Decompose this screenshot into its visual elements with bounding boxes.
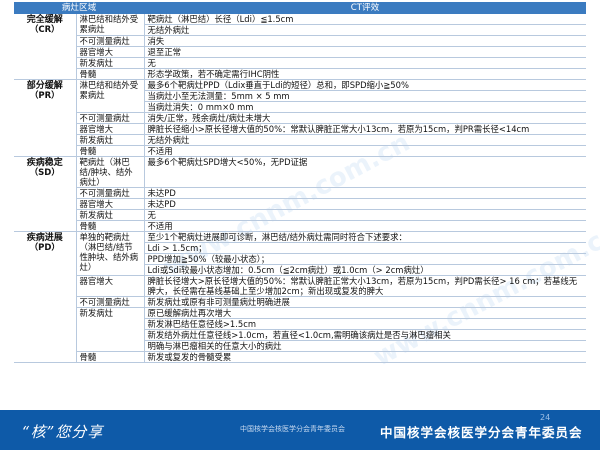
- ct-criteria-cell: 形态学政策，若不确定需行IHC阴性: [144, 68, 587, 80]
- category-cell: 完全缓解 （CR）: [14, 14, 77, 80]
- footer-center-text: 中国核学会核医学分会青年委员会: [240, 425, 345, 433]
- ct-criteria-cell: 至少1个靶病灶进展即可诊断，淋巴结/结外病灶需同时符合下述要求：: [144, 231, 587, 243]
- table-row: 器官增大 退至正常: [14, 46, 587, 58]
- ct-criteria-cell: 新发或复发的骨髓受累: [144, 351, 587, 363]
- table-body: 完全缓解 （CR） 淋巴结和结外受累病灶 靶病灶（淋巴结）长径（Ldi）≦1.5cm 无…: [14, 14, 587, 363]
- page-number: 24: [540, 413, 551, 422]
- header-ct: CT评效: [144, 2, 587, 14]
- organ-cell: 不可测量病灶: [76, 296, 145, 308]
- table-row: 部分缓解 （PR） 淋巴结和结外受累病灶 最多6个靶病灶PPD（Ldix垂直于Ldi的…: [14, 79, 587, 157]
- table-row: 不可测量病灶 新发病灶或原有非可测量病灶明确进展: [14, 296, 587, 308]
- ct-criteria-cell: 无: [144, 209, 587, 221]
- footer-band: “核”您分享 中国核学会核医学分会青年委员会 中国核学会核医学分会青年委员会 2…: [0, 410, 600, 450]
- ct-criteria-cell: 最多6个靶病灶SPD增大<50%，无PD证据: [144, 156, 587, 188]
- organ-cell: 骨髓: [76, 220, 145, 232]
- table-row: 不可测量病灶 消失/正常，残余病灶/病灶未增大: [14, 112, 587, 124]
- table-row: 新发病灶 原已缓解病灶再次增大: [14, 307, 587, 352]
- slide: www.cnnm.com.cn www.cnnm.com.cn 病灶区域 CT评…: [0, 0, 600, 450]
- organ-cell: 器官增大: [76, 275, 145, 297]
- category-name: 部分缓解: [26, 81, 63, 91]
- organ-cell: 骨髓: [76, 145, 145, 157]
- organ-cell: 淋巴结和结外受累病灶: [76, 79, 145, 113]
- organ-cell: 骨髓: [76, 351, 145, 363]
- ct-criteria-cell: 新发淋巴结任意径线>1.5cm: [144, 318, 587, 330]
- category-name: 疾病稳定: [26, 158, 63, 168]
- table-row: 骨髓 不适用: [14, 145, 587, 157]
- table-row: 新发病灶 无结外病灶: [14, 134, 587, 146]
- category-code: （PD）: [29, 243, 60, 253]
- table-row: 疾病进展 （PD） 单独的靶病灶（淋巴结/结节性肿块、结外病灶） 至少1个靶病灶进展即…: [14, 231, 587, 363]
- ct-criteria-cell: 退至正常: [144, 46, 587, 58]
- table-row: 不可测量病灶 未达PD: [14, 187, 587, 199]
- organ-cell: 靶病灶（淋巴结/肿块、结外病灶）: [76, 156, 145, 188]
- organ-cell: 器官增大: [76, 198, 145, 210]
- ct-criteria-cell: 当病灶消失：0 mm×0 mm: [144, 101, 587, 113]
- table-row: 不可测量病灶 消失: [14, 35, 587, 47]
- ct-criteria-cell: 当病灶小至无法测量：5mm × 5 mm: [144, 90, 587, 102]
- category-code: （PR）: [29, 91, 60, 101]
- table-row: 骨髓 形态学政策，若不确定需行IHC阴性: [14, 68, 587, 80]
- table-row: 完全缓解 （CR） 淋巴结和结外受累病灶 靶病灶（淋巴结）长径（Ldi）≦1.5cm: [14, 14, 587, 80]
- organ-cell: 骨髓: [76, 68, 145, 80]
- table-row: 器官增大 脾脏长径缩小>原长径增大值的50%：常默认脾脏正常大小13cm，若原为1…: [14, 123, 587, 135]
- category-code: （SD）: [29, 168, 60, 178]
- organ-cell: 器官增大: [76, 46, 145, 58]
- organ-cell: 不可测量病灶: [76, 187, 145, 199]
- category-cell: 疾病稳定 （SD）: [14, 156, 77, 232]
- ct-criteria-cell: 未达PD: [144, 198, 587, 210]
- ct-criteria-cell: 无: [144, 57, 587, 69]
- ct-criteria-cell: 新发病灶或原有非可测量病灶明确进展: [144, 296, 587, 308]
- ct-criteria-cell: PPD增加≧50%（较最小状态）；: [144, 253, 587, 265]
- organ-cell: 新发病灶: [76, 209, 145, 221]
- organ-cell: 单独的靶病灶（淋巴结/结节性肿块、结外病灶）: [76, 231, 145, 276]
- ct-criteria-cell: 靶病灶（淋巴结）长径（Ldi）≦1.5cm: [144, 14, 587, 25]
- table-row: 新发病灶无: [14, 209, 587, 221]
- footer-slogan: “核”您分享: [22, 423, 104, 441]
- ct-criteria-cell: Ldi > 1.5cm；: [144, 242, 587, 254]
- organ-cell: 淋巴结和结外受累病灶: [76, 14, 145, 36]
- ct-criteria-cell: 消失/正常，残余病灶/病灶未增大: [144, 112, 587, 124]
- ct-criteria-cell: 明确与淋巴瘤相关的任意大小的病灶: [144, 340, 587, 352]
- organ-cell: 新发病灶: [76, 307, 145, 352]
- category-cell: 疾病进展 （PD）: [14, 231, 77, 363]
- ct-criteria-cell: 无结外病灶: [144, 24, 587, 36]
- ct-criteria-cell: 不适用: [144, 220, 587, 232]
- table-row: 骨髓 不适用: [14, 220, 587, 232]
- ct-criteria-cell: 消失: [144, 35, 587, 47]
- table-row: 器官增大 脾脏长径增大>原长径增大值的50%：常默认脾脏正常大小13cm，若原为1…: [14, 275, 587, 297]
- ct-criteria-cell: 不适用: [144, 145, 587, 157]
- ct-criteria-cell: 未达PD: [144, 187, 587, 199]
- category-name: 完全缓解: [26, 15, 63, 25]
- ct-criteria-cell: 新发结外病灶任意径线>1.0cm，若直径<1.0cm,需明确该病灶是否与淋巴瘤相…: [144, 329, 587, 341]
- organ-cell: 新发病灶: [76, 134, 145, 146]
- organ-cell: 器官增大: [76, 123, 145, 135]
- ct-criteria-cell: 脾脏长径增大>原长径增大值的50%：常默认脾脏正常大小13cm，若原为15cm，…: [144, 275, 587, 297]
- organ-cell: 不可测量病灶: [76, 112, 145, 124]
- table-row: 骨髓 新发或复发的骨髓受累: [14, 351, 587, 363]
- table-row: 新发病灶无: [14, 57, 587, 69]
- organ-cell: 新发病灶: [76, 57, 145, 69]
- ct-criteria-cell: 原已缓解病灶再次增大: [144, 307, 587, 319]
- header-region: 病灶区域: [14, 2, 145, 14]
- ct-criteria-cell: 无结外病灶: [144, 134, 587, 146]
- footer-org-name: 中国核学会核医学分会青年委员会: [380, 425, 583, 440]
- ct-criteria-cell: Ldi或Sdi较最小状态增加：0.5cm（≦2cm病灶）或1.0cm（> 2cm…: [144, 264, 587, 276]
- category-name: 疾病进展: [26, 233, 63, 243]
- ct-criteria-cell: 脾脏长径缩小>原长径增大值的50%：常默认脾脏正常大小13cm，若原为15cm，…: [144, 123, 587, 135]
- category-cell: 部分缓解 （PR）: [14, 79, 77, 157]
- response-criteria-table: 病灶区域 CT评效 完全缓解 （CR） 淋巴结和结外受累病灶 靶病灶（淋巴结）长径（L…: [14, 2, 587, 363]
- table-header-row: 病灶区域 CT评效: [14, 2, 587, 14]
- table-row: 疾病稳定 （SD） 靶病灶（淋巴结/肿块、结外病灶） 最多6个靶病灶SPD增大<50%…: [14, 156, 587, 232]
- category-code: （CR）: [29, 25, 60, 35]
- table-row: 器官增大 未达PD: [14, 198, 587, 210]
- ct-criteria-cell: 最多6个靶病灶PPD（Ldix垂直于Ldi的短径）总和，即SPD缩小≧50%: [144, 79, 587, 91]
- organ-cell: 不可测量病灶: [76, 35, 145, 47]
